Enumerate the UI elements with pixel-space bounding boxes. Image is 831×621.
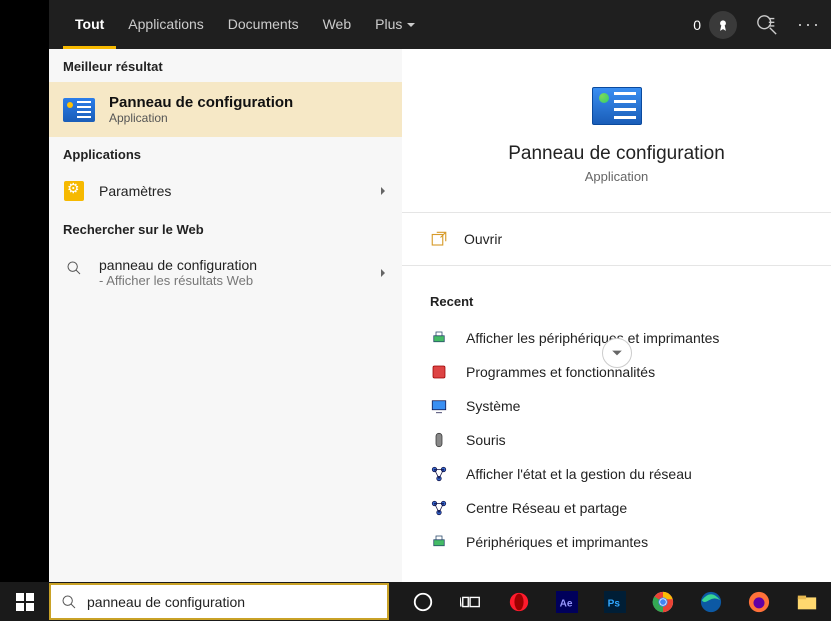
after-effects-icon[interactable]: Ae bbox=[555, 590, 579, 614]
opera-icon[interactable] bbox=[507, 590, 531, 614]
photoshop-icon[interactable]: Ps bbox=[603, 590, 627, 614]
cortana-icon[interactable] bbox=[411, 590, 435, 614]
recent-label: Afficher les périphériques et imprimante… bbox=[466, 330, 719, 346]
recent-label: Périphériques et imprimantes bbox=[466, 534, 648, 550]
chevron-right-icon bbox=[378, 186, 388, 196]
tab-documents[interactable]: Documents bbox=[216, 0, 311, 49]
mouse-icon bbox=[430, 431, 448, 449]
recent-item-network-status[interactable]: Afficher l'état et la gestion du réseau bbox=[430, 457, 803, 491]
recent-label: Programmes et fonctionnalités bbox=[466, 364, 655, 380]
start-search-panel: Tout Applications Documents Web Plus 0 ·… bbox=[49, 0, 831, 582]
firefox-icon[interactable] bbox=[747, 590, 771, 614]
programs-icon bbox=[430, 363, 448, 381]
rewards-points-value: 0 bbox=[693, 17, 701, 33]
recent-label: Système bbox=[466, 398, 520, 414]
control-panel-icon bbox=[63, 98, 95, 122]
rewards-points[interactable]: 0 bbox=[693, 11, 737, 39]
preview-subtitle: Application bbox=[412, 169, 821, 184]
chevron-right-icon bbox=[378, 268, 388, 278]
left-dark-strip bbox=[0, 0, 49, 582]
network-center-icon bbox=[430, 499, 448, 517]
web-search-suffix: - Afficher les résultats Web bbox=[99, 273, 388, 288]
svg-text:Ps: Ps bbox=[608, 598, 621, 609]
best-result-item[interactable]: Panneau de configuration Application bbox=[49, 82, 402, 137]
recent-header: Recent bbox=[430, 294, 803, 309]
gear-icon bbox=[64, 181, 84, 201]
chat-icon[interactable] bbox=[755, 13, 779, 37]
recent-item-system[interactable]: Système bbox=[430, 389, 803, 423]
network-icon bbox=[430, 465, 448, 483]
start-button[interactable] bbox=[0, 582, 49, 621]
search-tabs: Tout Applications Documents Web Plus 0 ·… bbox=[49, 0, 831, 49]
recent-item-network-sharing[interactable]: Centre Réseau et partage bbox=[430, 491, 803, 525]
task-view-icon[interactable] bbox=[459, 590, 483, 614]
taskbar-icons: Ae Ps bbox=[389, 590, 819, 614]
web-search-query: panneau de configuration bbox=[99, 257, 257, 273]
tab-web[interactable]: Web bbox=[311, 0, 364, 49]
open-label: Ouvrir bbox=[464, 231, 502, 247]
search-icon bbox=[61, 594, 77, 610]
best-result-title: Panneau de configuration bbox=[109, 94, 293, 111]
svg-text:Ae: Ae bbox=[560, 598, 573, 609]
chrome-icon[interactable] bbox=[651, 590, 675, 614]
tab-all[interactable]: Tout bbox=[63, 0, 116, 49]
best-result-subtitle: Application bbox=[109, 111, 293, 125]
system-icon bbox=[430, 397, 448, 415]
tab-more-label: Plus bbox=[375, 0, 402, 49]
best-result-header: Meilleur résultat bbox=[49, 49, 402, 82]
preview-pane: Panneau de configuration Application Ouv… bbox=[402, 49, 831, 582]
search-content: Meilleur résultat Panneau de configurati… bbox=[49, 49, 831, 582]
edge-icon[interactable] bbox=[699, 590, 723, 614]
best-result-text: Panneau de configuration Application bbox=[109, 94, 293, 125]
more-options-icon[interactable]: ··· bbox=[797, 14, 821, 35]
devices-icon bbox=[430, 533, 448, 551]
printer-icon bbox=[430, 329, 448, 347]
preview-header: Panneau de configuration Application bbox=[402, 49, 831, 212]
chevron-down-icon bbox=[611, 347, 623, 359]
web-search-item[interactable]: panneau de configuration - Afficher les … bbox=[49, 245, 402, 300]
chevron-down-icon bbox=[406, 20, 416, 30]
tab-more[interactable]: Plus bbox=[363, 0, 428, 49]
recent-item-mouse[interactable]: Souris bbox=[430, 423, 803, 457]
preview-title: Panneau de configuration bbox=[412, 143, 821, 165]
settings-item[interactable]: Paramètres bbox=[49, 170, 402, 212]
apps-header: Applications bbox=[49, 137, 402, 170]
open-action[interactable]: Ouvrir bbox=[402, 213, 831, 265]
recent-label: Centre Réseau et partage bbox=[466, 500, 627, 516]
web-search-text: panneau de configuration - Afficher les … bbox=[99, 257, 388, 288]
results-list: Meilleur résultat Panneau de configurati… bbox=[49, 49, 402, 582]
tabs-right-controls: 0 ··· bbox=[693, 0, 821, 49]
tab-applications[interactable]: Applications bbox=[116, 0, 216, 49]
search-icon bbox=[66, 260, 82, 276]
web-search-header: Rechercher sur le Web bbox=[49, 212, 402, 245]
settings-label: Paramètres bbox=[99, 183, 388, 199]
expand-button[interactable] bbox=[602, 338, 632, 368]
control-panel-large-icon bbox=[592, 87, 642, 125]
taskbar-search-input[interactable] bbox=[87, 594, 377, 610]
open-icon bbox=[430, 230, 448, 248]
file-explorer-icon[interactable] bbox=[795, 590, 819, 614]
taskbar-search-box[interactable] bbox=[49, 583, 389, 620]
windows-logo-icon bbox=[16, 593, 34, 611]
rewards-badge-icon bbox=[709, 11, 737, 39]
recent-label: Afficher l'état et la gestion du réseau bbox=[466, 466, 692, 482]
recent-label: Souris bbox=[466, 432, 506, 448]
taskbar: Ae Ps bbox=[0, 582, 831, 621]
recent-item-devices-printers[interactable]: Périphériques et imprimantes bbox=[430, 525, 803, 559]
recent-section: Recent Afficher les périphériques et imp… bbox=[402, 266, 831, 559]
